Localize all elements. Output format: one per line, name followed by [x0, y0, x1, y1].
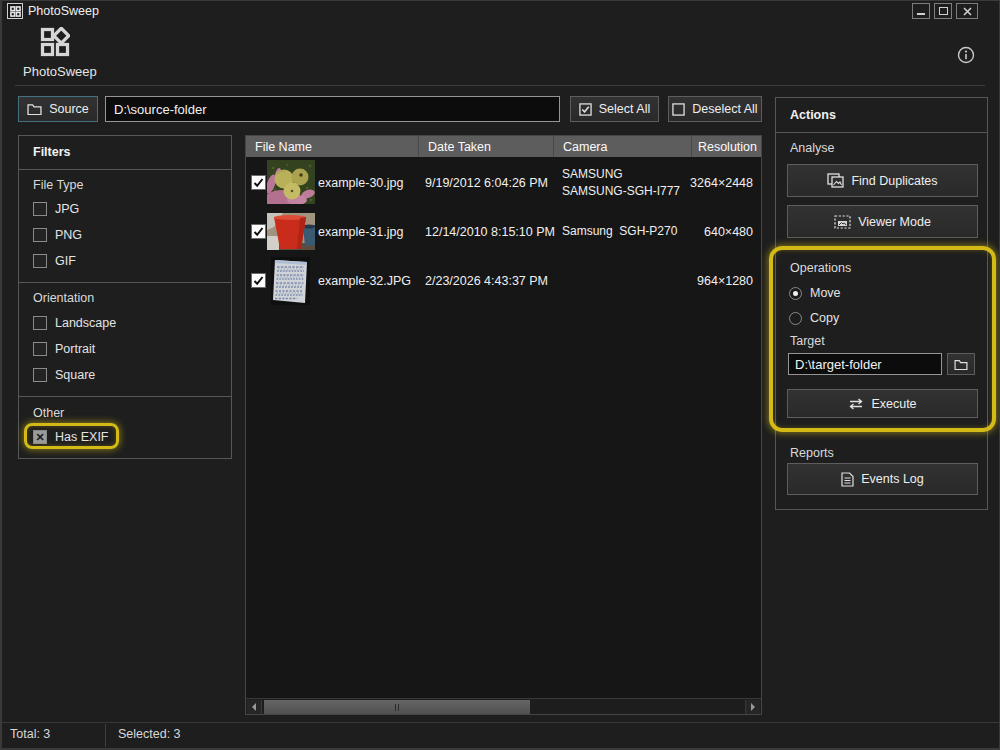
divider: [19, 396, 231, 397]
viewer-mode-button[interactable]: Viewer Mode: [787, 205, 978, 238]
radio-selected-icon: [789, 287, 802, 300]
column-header-resolution[interactable]: Resolution: [691, 136, 763, 157]
divider: [19, 169, 231, 170]
column-header-camera[interactable]: Camera: [553, 136, 691, 157]
table-row[interactable]: example-30.jpg 9/19/2012 6:04:26 PM SAMS…: [246, 158, 761, 207]
column-header-file-name[interactable]: File Name: [246, 136, 418, 157]
find-duplicates-button[interactable]: Find Duplicates: [787, 164, 978, 197]
scroll-right-arrow[interactable]: [745, 700, 760, 714]
filters-title: Filters: [33, 145, 71, 159]
filter-gif-checkbox[interactable]: GIF: [33, 254, 76, 268]
source-button[interactable]: Source: [18, 96, 98, 122]
date-taken: 2/23/2026 4:43:37 PM: [425, 256, 548, 305]
thumbnail-red-cup: [267, 213, 315, 250]
info-icon[interactable]: [957, 46, 975, 64]
move-radio[interactable]: Move: [789, 286, 841, 300]
date-taken: 12/14/2010 8:15:10 PM: [425, 207, 555, 256]
actions-title: Actions: [790, 108, 836, 122]
status-divider: [105, 724, 106, 747]
checkbox-icon: [33, 316, 47, 330]
source-path-input[interactable]: D:\source-folder: [105, 96, 560, 122]
window-title: PhotoSweep: [28, 4, 99, 18]
checkbox-x-icon: ✕: [33, 430, 47, 444]
status-bar-divider: [0, 722, 1000, 723]
checkbox-icon: [33, 202, 47, 216]
operations-label: Operations: [790, 261, 851, 275]
folder-icon: [954, 359, 968, 370]
table-row[interactable]: example-32.JPG 2/23/2026 4:43:37 PM 964×…: [246, 256, 761, 305]
viewer-icon: [834, 215, 851, 229]
camera: Samsung SGH-P270: [562, 207, 684, 256]
file-name: example-30.jpg: [318, 158, 403, 207]
row-checkbox-checked[interactable]: [251, 175, 266, 190]
scroll-left-arrow[interactable]: [247, 700, 262, 714]
filters-panel: Filters File Type JPG PNG GIF Orientatio…: [18, 135, 232, 459]
filter-has-exif-checkbox[interactable]: ✕ Has EXIF: [33, 430, 109, 444]
divider: [19, 282, 231, 283]
file-type-label: File Type: [33, 178, 84, 192]
checkbox-icon: [33, 368, 47, 382]
maximize-button[interactable]: [934, 3, 952, 19]
select-all-button[interactable]: Select All: [570, 96, 659, 122]
target-path-input[interactable]: D:\target-folder: [788, 353, 942, 375]
filter-jpg-checkbox[interactable]: JPG: [33, 202, 79, 216]
file-table: File Name Date Taken Camera Resolution: [245, 135, 762, 715]
analyse-label: Analyse: [790, 141, 834, 155]
table-row[interactable]: example-31.jpg 12/14/2010 8:15:10 PM Sam…: [246, 207, 761, 256]
horizontal-scrollbar[interactable]: [246, 698, 761, 714]
app-name-label: PhotoSweep: [23, 64, 97, 79]
close-icon: [963, 7, 972, 16]
checked-box-icon: [579, 103, 592, 116]
camera: [562, 256, 684, 305]
title-bar: PhotoSweep: [0, 0, 1000, 22]
status-selected: Selected: 3: [118, 727, 181, 741]
header-divider: [15, 85, 985, 86]
execute-button[interactable]: Execute: [787, 389, 978, 418]
filter-portrait-checkbox[interactable]: Portrait: [33, 342, 95, 356]
document-icon: [841, 472, 854, 487]
other-label: Other: [33, 406, 64, 420]
status-total: Total: 3: [10, 727, 50, 741]
scrollbar-thumb[interactable]: [264, 700, 530, 714]
thumbnail-handwritten-note: [271, 257, 310, 305]
divider: [776, 132, 987, 133]
radio-unselected-icon: [789, 312, 802, 325]
target-label: Target: [790, 334, 825, 348]
swap-arrows-icon: [848, 398, 864, 410]
resolution: 640×480: [704, 207, 753, 256]
file-name: example-32.JPG: [318, 256, 411, 305]
row-checkbox-checked[interactable]: [251, 224, 266, 239]
events-log-button[interactable]: Events Log: [787, 463, 978, 495]
filter-landscape-checkbox[interactable]: Landscape: [33, 316, 116, 330]
filter-square-checkbox[interactable]: Square: [33, 368, 95, 382]
filter-png-checkbox[interactable]: PNG: [33, 228, 82, 242]
minimize-button[interactable]: [912, 3, 930, 19]
reports-label: Reports: [790, 446, 834, 460]
close-button[interactable]: [956, 3, 978, 19]
checkbox-icon: [33, 228, 47, 242]
copy-radio[interactable]: Copy: [789, 311, 839, 325]
app-icon: [7, 3, 23, 19]
unchecked-box-icon: [672, 103, 685, 116]
checkbox-icon: [33, 254, 47, 268]
deselect-all-button[interactable]: Deselect All: [668, 96, 762, 122]
table-header: File Name Date Taken Camera Resolution: [246, 136, 761, 157]
actions-panel: Actions Analyse Find Duplicates Viewer M…: [775, 97, 988, 510]
file-name: example-31.jpg: [318, 207, 403, 256]
browse-target-button[interactable]: [947, 353, 975, 375]
camera: SAMSUNG SAMSUNG-SGH-I777: [562, 158, 684, 207]
date-taken: 9/19/2012 6:04:26 PM: [425, 158, 548, 207]
app-logo-icon: [40, 27, 70, 61]
duplicate-images-icon: [827, 173, 844, 188]
folder-icon: [27, 103, 42, 115]
resolution: 964×1280: [697, 256, 753, 305]
resolution: 3264×2448: [690, 158, 753, 207]
thumbnail-fruits-in-hand: [267, 160, 315, 204]
row-checkbox-checked[interactable]: [251, 273, 266, 288]
column-header-date-taken[interactable]: Date Taken: [418, 136, 553, 157]
checkbox-icon: [33, 342, 47, 356]
orientation-label: Orientation: [33, 291, 94, 305]
